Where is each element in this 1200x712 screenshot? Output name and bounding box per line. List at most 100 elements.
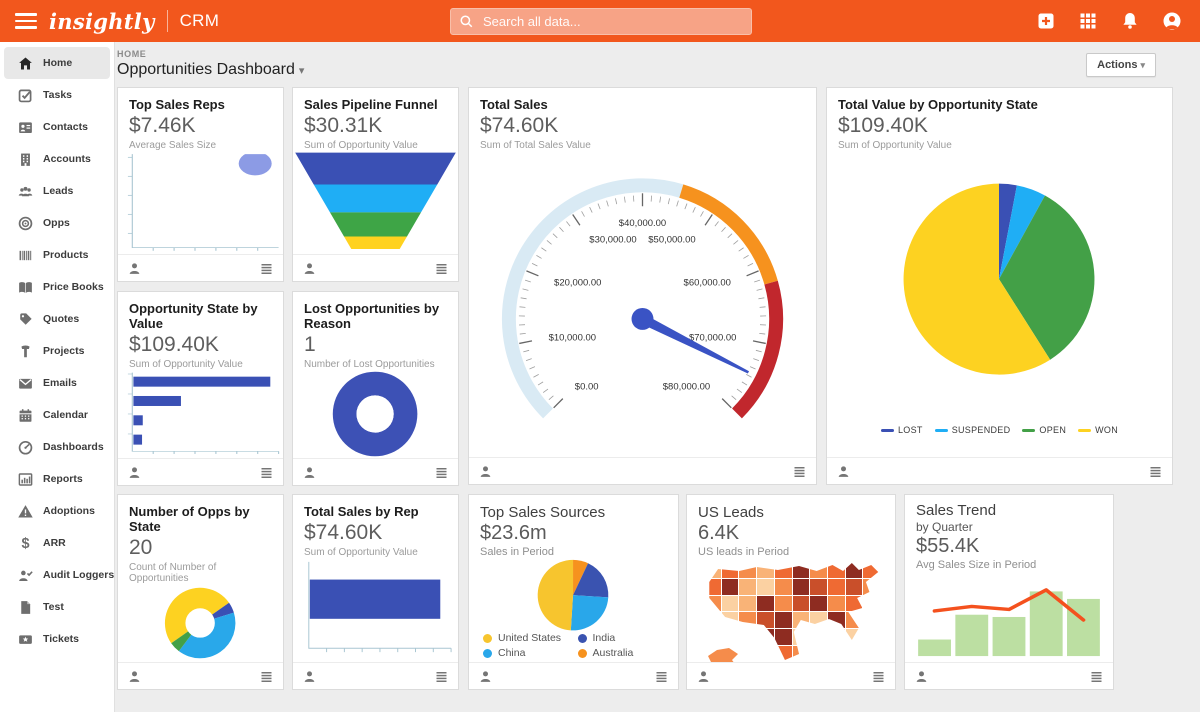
breadcrumb[interactable]: HOME <box>117 49 146 59</box>
map-state-cell[interactable] <box>863 563 879 578</box>
map-state-cell[interactable] <box>774 595 792 612</box>
insightly-logo[interactable]: insightly <box>49 9 155 34</box>
widget-owner-icon[interactable] <box>478 464 493 479</box>
hamburger-menu-icon[interactable] <box>15 13 37 29</box>
legend-item-united-states[interactable]: United States <box>483 632 578 644</box>
map-state-cell[interactable] <box>792 578 810 595</box>
widget-owner-icon[interactable] <box>302 465 317 480</box>
legend-item-australia[interactable]: Australia <box>577 647 673 659</box>
widget-list-icon[interactable] <box>434 669 449 684</box>
map-state-cell[interactable] <box>827 563 845 578</box>
map-state-cell[interactable] <box>739 629 757 646</box>
profile-avatar-icon[interactable] <box>1162 11 1182 31</box>
legend-item-suspended[interactable]: SUSPENDED <box>934 425 1011 435</box>
widget-owner-icon[interactable] <box>478 669 493 684</box>
map-state-cell[interactable] <box>721 563 739 578</box>
map-state-cell[interactable] <box>810 629 827 646</box>
map-state-cell[interactable] <box>810 563 827 578</box>
map-state-cell[interactable] <box>827 595 845 612</box>
map-state-cell[interactable] <box>863 646 879 660</box>
map-state-cell[interactable] <box>792 595 810 612</box>
map-state-cell[interactable] <box>845 595 863 612</box>
widget-list-icon[interactable] <box>259 465 274 480</box>
sidebar-item-adoptions[interactable]: Adoptions <box>4 495 110 527</box>
sidebar-item-products[interactable]: Products <box>4 239 110 271</box>
map-state-cell[interactable] <box>709 578 721 595</box>
map-state-cell[interactable] <box>792 612 810 629</box>
legend-item-open[interactable]: OPEN <box>1022 425 1066 435</box>
widget-owner-icon[interactable] <box>914 669 929 684</box>
map-state-cell[interactable] <box>792 646 810 660</box>
search-input[interactable] <box>481 13 751 30</box>
widget-list-icon[interactable] <box>259 669 274 684</box>
widget-owner-icon[interactable] <box>127 669 142 684</box>
map-state-cell[interactable] <box>757 595 774 612</box>
widget-list-icon[interactable] <box>654 669 669 684</box>
sidebar-item-dashboards[interactable]: Dashboards <box>4 431 110 463</box>
sidebar-item-audit-loggers[interactable]: Audit Loggers <box>4 559 114 591</box>
map-state-cell[interactable] <box>845 629 863 646</box>
map-state-cell[interactable] <box>863 629 879 646</box>
widget-owner-icon[interactable] <box>696 669 711 684</box>
widget-owner-icon[interactable] <box>127 465 142 480</box>
widget-owner-icon[interactable] <box>127 261 142 276</box>
map-state-cell[interactable] <box>774 646 792 660</box>
actions-button[interactable]: Actions ▾ <box>1086 53 1156 77</box>
widget-list-icon[interactable] <box>792 464 807 479</box>
legend-item-won[interactable]: WON <box>1078 425 1118 435</box>
sidebar-item-arr[interactable]: $ ARR <box>4 527 110 559</box>
map-state-cell[interactable] <box>827 612 845 629</box>
map-state-cell[interactable] <box>792 563 810 578</box>
map-state-cell[interactable] <box>739 595 757 612</box>
sidebar-item-projects[interactable]: Projects <box>4 335 110 367</box>
widget-owner-icon[interactable] <box>302 261 317 276</box>
widget-owner-icon[interactable] <box>302 669 317 684</box>
widget-list-icon[interactable] <box>1148 464 1163 479</box>
map-state-cell[interactable] <box>709 612 721 629</box>
map-state-cell[interactable] <box>757 563 774 578</box>
widget-list-icon[interactable] <box>434 261 449 276</box>
map-state-cell[interactable] <box>739 646 757 660</box>
map-state-cell[interactable] <box>757 578 774 595</box>
map-state-cell[interactable] <box>863 578 879 595</box>
map-state-cell[interactable] <box>721 578 739 595</box>
map-state-cell[interactable] <box>810 578 827 595</box>
sidebar-item-opps[interactable]: Opps <box>4 207 110 239</box>
map-state-cell[interactable] <box>774 578 792 595</box>
sidebar-item-home[interactable]: Home <box>4 47 110 79</box>
map-state-cell[interactable] <box>739 578 757 595</box>
map-alaska[interactable] <box>708 648 738 662</box>
notifications-bell-icon[interactable] <box>1120 11 1140 31</box>
page-title-dropdown-caret[interactable]: ▾ <box>299 65 305 77</box>
map-state-cell[interactable] <box>827 578 845 595</box>
sidebar-item-price-books[interactable]: Price Books <box>4 271 110 303</box>
global-search[interactable] <box>450 8 752 35</box>
sidebar-item-leads[interactable]: Leads <box>4 175 110 207</box>
map-state-cell[interactable] <box>739 612 757 629</box>
map-state-cell[interactable] <box>845 612 863 629</box>
sidebar-item-quotes[interactable]: Quotes <box>4 303 110 335</box>
sidebar-item-emails[interactable]: Emails <box>4 367 110 399</box>
map-state-cell[interactable] <box>739 563 757 578</box>
sidebar-item-tasks[interactable]: Tasks <box>4 79 110 111</box>
map-state-cell[interactable] <box>709 595 721 612</box>
map-state-cell[interactable] <box>827 629 845 646</box>
legend-item-lost[interactable]: LOST <box>880 425 923 435</box>
sidebar-item-tickets[interactable]: Tickets <box>4 623 110 655</box>
apps-grid-icon[interactable] <box>1078 11 1098 31</box>
map-state-cell[interactable] <box>792 629 810 646</box>
map-state-cell[interactable] <box>709 563 721 578</box>
map-state-cell[interactable] <box>810 646 827 660</box>
sidebar-item-test[interactable]: Test <box>4 591 110 623</box>
map-state-cell[interactable] <box>863 595 879 612</box>
map-state-cell[interactable] <box>774 629 792 646</box>
map-state-cell[interactable] <box>845 646 863 660</box>
add-icon[interactable] <box>1036 11 1056 31</box>
widget-owner-icon[interactable] <box>836 464 851 479</box>
widget-list-icon[interactable] <box>259 261 274 276</box>
map-state-cell[interactable] <box>827 646 845 660</box>
map-state-cell[interactable] <box>721 629 739 646</box>
sidebar-item-calendar[interactable]: Calendar <box>4 399 110 431</box>
map-state-cell[interactable] <box>810 595 827 612</box>
map-state-cell[interactable] <box>721 595 739 612</box>
